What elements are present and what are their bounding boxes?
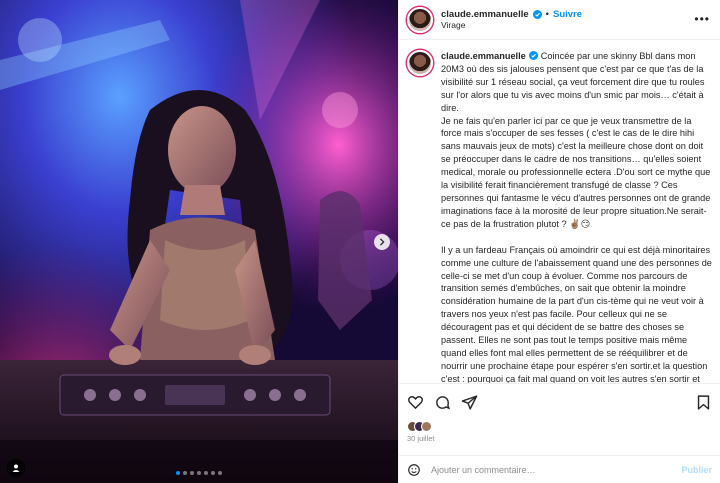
publish-button[interactable]: Publier [681, 465, 712, 475]
carousel-indicator [176, 471, 222, 475]
post-date[interactable]: 30 juillet [407, 434, 712, 443]
smiley-icon[interactable] [407, 463, 421, 477]
next-slide-button[interactable] [374, 234, 390, 250]
carousel-dot [218, 471, 222, 475]
post-header: claude.emmanuelle • Suivre Virage ••• [399, 0, 720, 40]
follow-button[interactable]: Suivre [553, 9, 582, 20]
post-location[interactable]: Virage [441, 20, 582, 30]
post-photo [0, 0, 398, 483]
post-actions [399, 383, 720, 421]
caption-paragraph: claude.emmanuelle Coincée par une skinny … [441, 50, 712, 115]
caption-avatar[interactable] [407, 50, 433, 76]
carousel-dot [211, 471, 215, 475]
user-tag-icon [12, 464, 20, 472]
header-username[interactable]: claude.emmanuelle [441, 9, 529, 20]
carousel-dot [197, 471, 201, 475]
share-icon[interactable] [461, 394, 478, 411]
comment-icon[interactable] [434, 394, 451, 411]
avatar [421, 421, 432, 432]
caption-paragraph: Il y a un fardeau Français où amoindrir … [441, 244, 712, 383]
carousel-dot [183, 471, 187, 475]
verified-badge-icon [532, 9, 542, 19]
bookmark-icon[interactable] [695, 394, 712, 411]
heart-icon[interactable] [407, 394, 424, 411]
tagged-users-button[interactable] [7, 459, 25, 477]
post-window: claude.emmanuelle • Suivre Virage ••• cl… [0, 0, 720, 483]
carousel-dot [190, 471, 194, 475]
comment-input[interactable]: Ajouter un commentaire… [431, 465, 671, 475]
caption-paragraph: Je ne fais qu'en parler ici par ce que j… [441, 115, 713, 229]
post-media[interactable] [0, 0, 398, 483]
avatar[interactable] [407, 6, 433, 33]
likes-section: 30 juillet [399, 421, 720, 455]
post-caption: claude.emmanuelle Coincée par une skinny … [399, 40, 720, 383]
carousel-dot [176, 471, 180, 475]
comment-box: Ajouter un commentaire… Publier [399, 455, 720, 483]
header-separator: • [545, 8, 549, 20]
post-side-panel: claude.emmanuelle • Suivre Virage ••• cl… [398, 0, 720, 483]
more-options-icon[interactable]: ••• [694, 13, 710, 25]
liked-by-avatars[interactable] [407, 421, 712, 432]
verified-badge-icon [528, 51, 538, 60]
chevron-right-icon [379, 238, 385, 246]
caption-username[interactable]: claude.emmanuelle [441, 51, 526, 61]
carousel-dot [204, 471, 208, 475]
